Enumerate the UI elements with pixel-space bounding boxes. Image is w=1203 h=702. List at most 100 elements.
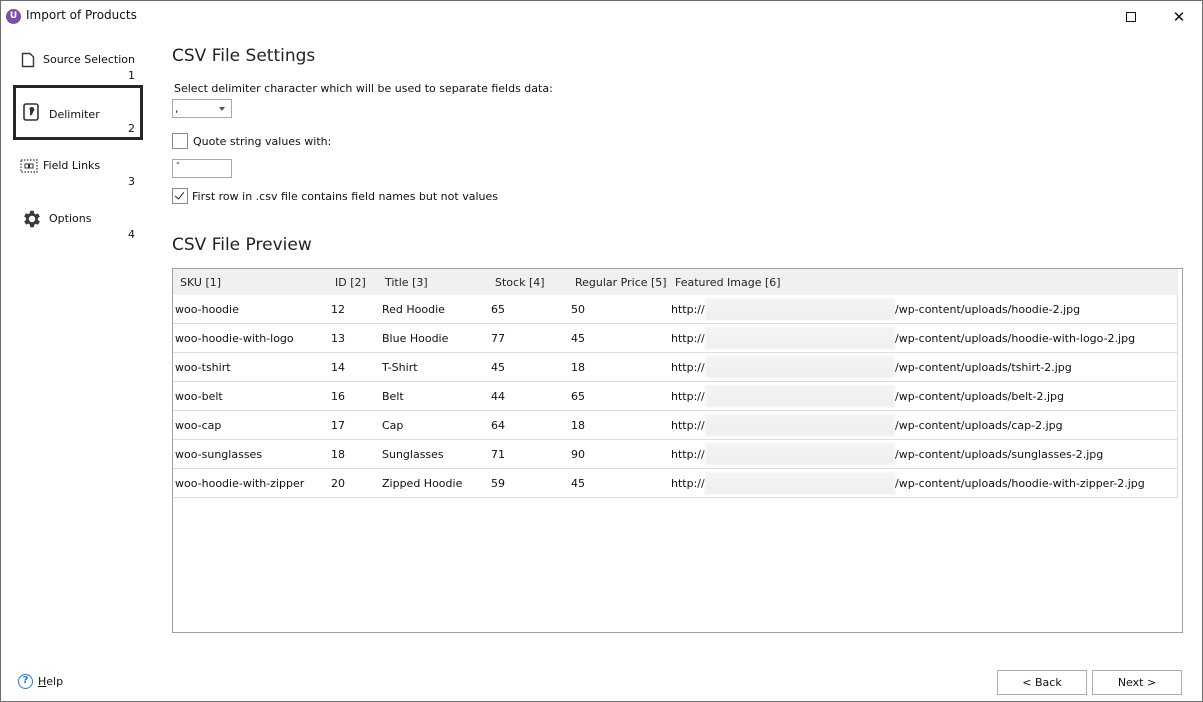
cell-title: Red Hoodie bbox=[382, 303, 445, 316]
table-row[interactable]: woo-tshirt 14 T-Shirt 45 18 http:// /wp-conten… bbox=[173, 353, 1178, 382]
cell-regular-price: 45 bbox=[571, 332, 585, 345]
cell-regular-price: 45 bbox=[571, 477, 585, 490]
sidebar-item-label: Field Links bbox=[43, 159, 101, 172]
step-number: 1 bbox=[128, 69, 135, 82]
cell-featured-image-path: /wp-content/uploads/hoodie-with-logo-2.j… bbox=[895, 332, 1136, 345]
cell-stock: 59 bbox=[491, 477, 505, 490]
window-title: Import of Products bbox=[26, 8, 137, 22]
next-button[interactable]: Next > bbox=[1092, 670, 1182, 695]
first-row-label: First row in .csv file contains field na… bbox=[192, 190, 498, 203]
redacted-domain bbox=[705, 327, 895, 349]
delimiter-select[interactable]: , bbox=[172, 99, 232, 118]
cell-featured-image-prefix: http:// bbox=[671, 361, 705, 374]
table-row[interactable]: woo-sunglasses 18 Sunglasses 71 90 http:// /wp… bbox=[173, 440, 1178, 469]
sidebar-item-field-links[interactable]: Field Links 3 bbox=[13, 151, 143, 205]
cell-featured-image-path: /wp-content/uploads/cap-2.jpg bbox=[895, 419, 1063, 432]
close-button[interactable]: ✕ bbox=[1156, 5, 1202, 29]
cell-featured-image-path: /wp-content/uploads/hoodie-with-zipper-2… bbox=[895, 477, 1145, 490]
cell-title: Blue Hoodie bbox=[382, 332, 449, 345]
column-header-id[interactable]: ID [2] bbox=[335, 276, 366, 289]
sidebar-item-label: Options bbox=[49, 212, 92, 225]
cell-title: Zipped Hoodie bbox=[382, 477, 463, 490]
cell-stock: 77 bbox=[491, 332, 505, 345]
column-header-title[interactable]: Title [3] bbox=[385, 276, 428, 289]
table-row[interactable]: woo-cap 17 Cap 64 18 http:// /wp-content/uploa… bbox=[173, 411, 1178, 440]
maximize-button[interactable] bbox=[1108, 5, 1154, 29]
redacted-domain bbox=[705, 414, 895, 436]
cell-title: Belt bbox=[382, 390, 404, 403]
cell-id: 13 bbox=[331, 332, 345, 345]
cell-sku: woo-belt bbox=[175, 390, 223, 403]
cell-sku: woo-hoodie bbox=[175, 303, 239, 316]
app-logo-icon: U bbox=[6, 9, 21, 24]
step-number: 2 bbox=[128, 122, 135, 135]
comma-document-icon bbox=[23, 103, 39, 121]
cell-stock: 71 bbox=[491, 448, 505, 461]
sidebar-item-delimiter[interactable]: Delimiter 2 bbox=[13, 85, 143, 140]
table-row[interactable]: woo-belt 16 Belt 44 65 http:// /wp-content/upl… bbox=[173, 382, 1178, 411]
delimiter-label: Select delimiter character which will be… bbox=[174, 82, 553, 95]
cell-id: 17 bbox=[331, 419, 345, 432]
cell-title: T-Shirt bbox=[382, 361, 418, 374]
sidebar-item-label: Delimiter bbox=[49, 108, 100, 121]
redacted-domain bbox=[705, 443, 895, 465]
sidebar-item-options[interactable]: Options 4 bbox=[13, 204, 143, 258]
chevron-down-icon bbox=[219, 107, 225, 111]
sidebar-item-label: Source Selection bbox=[43, 53, 135, 66]
preview-heading: CSV File Preview bbox=[172, 235, 312, 255]
cell-stock: 64 bbox=[491, 419, 505, 432]
cell-featured-image-path: /wp-content/uploads/sunglasses-2.jpg bbox=[895, 448, 1104, 461]
step-number: 4 bbox=[128, 228, 135, 241]
grid-header: SKU [1] ID [2] Title [3] Stock [4] Regul… bbox=[173, 269, 1178, 295]
cell-id: 12 bbox=[331, 303, 345, 316]
cell-featured-image-prefix: http:// bbox=[671, 390, 705, 403]
close-icon: ✕ bbox=[1172, 7, 1186, 26]
cell-stock: 45 bbox=[491, 361, 505, 374]
cell-regular-price: 90 bbox=[571, 448, 585, 461]
document-icon bbox=[21, 52, 35, 68]
cell-featured-image-prefix: http:// bbox=[671, 477, 705, 490]
help-icon: ? bbox=[18, 674, 33, 689]
import-products-window: U Import of Products ✕ Source Selection … bbox=[0, 0, 1203, 702]
cell-sku: woo-sunglasses bbox=[175, 448, 263, 461]
redacted-domain bbox=[705, 298, 895, 320]
csv-preview-grid[interactable]: SKU [1] ID [2] Title [3] Stock [4] Regul… bbox=[172, 268, 1183, 633]
step-number: 3 bbox=[128, 175, 135, 188]
cell-regular-price: 50 bbox=[571, 303, 585, 316]
cell-title: Sunglasses bbox=[382, 448, 444, 461]
cell-sku: woo-hoodie-with-logo bbox=[175, 332, 294, 345]
cell-featured-image-prefix: http:// bbox=[671, 332, 705, 345]
cell-regular-price: 18 bbox=[571, 419, 585, 432]
link-icon bbox=[20, 159, 38, 173]
cell-featured-image-path: /wp-content/uploads/belt-2.jpg bbox=[895, 390, 1064, 403]
cell-stock: 65 bbox=[491, 303, 505, 316]
column-header-stock[interactable]: Stock [4] bbox=[495, 276, 545, 289]
cell-id: 18 bbox=[331, 448, 345, 461]
table-row[interactable]: woo-hoodie-with-logo 13 Blue Hoodie 77 45 htt… bbox=[173, 324, 1178, 353]
redacted-domain bbox=[705, 472, 895, 494]
cell-regular-price: 18 bbox=[571, 361, 585, 374]
cell-sku: woo-hoodie-with-zipper bbox=[175, 477, 305, 490]
column-header-featured-image[interactable]: Featured Image [6] bbox=[675, 276, 781, 289]
quote-char-input[interactable]: " bbox=[172, 159, 232, 178]
redacted-domain bbox=[705, 356, 895, 378]
column-header-sku[interactable]: SKU [1] bbox=[180, 276, 221, 289]
cell-title: Cap bbox=[382, 419, 404, 432]
help-label: Help bbox=[38, 675, 63, 688]
back-button[interactable]: < Back bbox=[997, 670, 1087, 695]
quote-checkbox[interactable] bbox=[172, 133, 188, 149]
cell-featured-image-prefix: http:// bbox=[671, 303, 705, 316]
cell-regular-price: 65 bbox=[571, 390, 585, 403]
help-link[interactable]: ? Help bbox=[18, 674, 63, 689]
redacted-domain bbox=[705, 385, 895, 407]
cell-sku: woo-cap bbox=[175, 419, 222, 432]
cell-featured-image-path: /wp-content/uploads/tshirt-2.jpg bbox=[895, 361, 1072, 374]
cell-sku: woo-tshirt bbox=[175, 361, 231, 374]
table-row[interactable]: woo-hoodie-with-zipper 20 Zipped Hoodie 59 4… bbox=[173, 469, 1178, 498]
table-row[interactable]: woo-hoodie 12 Red Hoodie 65 50 http:// /wp-con… bbox=[173, 295, 1178, 324]
settings-heading: CSV File Settings bbox=[172, 46, 316, 66]
column-header-regular-price[interactable]: Regular Price [5] bbox=[575, 276, 667, 289]
first-row-checkbox[interactable] bbox=[172, 188, 188, 204]
checkmark-icon bbox=[174, 189, 185, 200]
help-label-rest: elp bbox=[46, 675, 64, 688]
